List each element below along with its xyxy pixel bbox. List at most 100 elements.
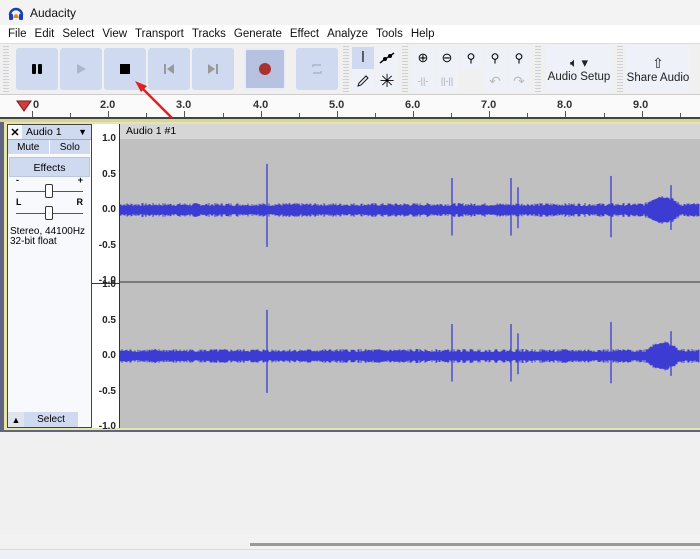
silence-button[interactable]: ||-|| [436,70,458,92]
ruler-tick [565,111,567,117]
menu-view[interactable]: View [98,28,131,40]
scrollbar-thumb[interactable] [250,543,700,546]
track-name-menu[interactable]: Audio 1 ▼ [22,125,91,139]
skip-to-end-button[interactable] [192,48,234,90]
toolbar-grip[interactable] [3,46,9,92]
fit-selection-button[interactable]: ⚲ [460,47,482,69]
zoom-out-icon: ⊖ [441,50,453,65]
play-icon [77,64,86,74]
ruler-label: 2.0 [100,99,116,111]
toolbar-grip[interactable] [617,46,623,92]
multi-tool-button[interactable]: ✳ [376,70,398,92]
menu-transport[interactable]: Transport [131,28,188,40]
fit-project-button[interactable]: ⚲ [484,47,506,69]
ruler-tick [70,113,72,117]
silence-icon: ||-|| [440,76,454,86]
title-bar: Audacity [0,0,700,25]
amplitude-label: -0.5 [98,239,116,251]
stop-icon [120,64,130,74]
ruler-label: 5.0 [329,99,345,111]
toolbar-grip[interactable] [535,46,541,92]
ruler-label: 0 [33,99,40,111]
gain-slider[interactable]: - + [16,175,83,199]
audio-setup-label: Audio Setup [547,71,611,83]
ruler-tick [413,111,414,117]
track-area[interactable]: ✕ Audio 1 ▼ Mute Solo Effects - + L R St… [0,122,700,432]
record-button[interactable] [244,48,286,90]
loop-button[interactable] [296,48,338,90]
ruler-tick [451,113,453,117]
ruler-tick [222,113,224,117]
ruler-label: 6.0 [405,99,421,111]
asterisk-icon: ✳ [379,71,395,91]
ruler-label: 3.0 [176,99,192,111]
menu-tools[interactable]: Tools [372,28,407,40]
timeline-ruler[interactable]: 0 2.0 3.0 4.0 5.0 6.0 7.0 8.0 9.0 [0,95,700,119]
toolbar: I ✳ ⊕ ⊖ ⚲ ⚲ ⚲ -||- ||-|| ↶ ↷ 🔈︎ ▾ Audio … [0,43,700,95]
menu-help[interactable]: Help [407,28,439,40]
audio-clip[interactable]: Audio 1 #1 [120,124,700,428]
gain-thumb[interactable] [45,184,53,198]
pan-left-label: L [16,197,22,207]
envelope-tool-button[interactable] [376,47,398,69]
zoom-toggle-icon: ⚲ [514,51,524,65]
play-button[interactable] [60,48,102,90]
audio-setup-button[interactable]: 🔈︎ ▾ Audio Setup [546,46,612,92]
select-track-button[interactable]: Select [24,412,78,427]
menu-effect[interactable]: Effect [286,28,323,40]
ruler-tick [603,113,605,117]
amplitude-ruler: 1.0 0.5 0.0 -0.5 -1.0 1.0 0.5 0.0 -0.5 -1.0 [92,124,120,432]
zoom-out-button[interactable]: ⊖ [436,47,458,69]
undo-icon: ↶ [489,72,501,89]
ruler-tick [184,111,186,117]
pan-thumb[interactable] [45,206,53,220]
skip-to-start-button[interactable] [148,48,190,90]
menu-edit[interactable]: Edit [31,28,59,40]
toolbar-grip[interactable] [402,46,408,92]
menu-analyze[interactable]: Analyze [323,28,372,40]
trim-button[interactable]: -||- [412,70,434,92]
pause-button[interactable] [16,48,58,90]
undo-button[interactable]: ↶ [484,70,506,92]
share-audio-button[interactable]: ⇧ Share Audio [626,46,690,92]
clip-title[interactable]: Audio 1 #1 [120,124,700,139]
audio-track: ✕ Audio 1 ▼ Mute Solo Effects - + L R St… [4,122,700,432]
i-beam-icon: I [360,49,366,66]
effects-button[interactable]: Effects [9,157,90,177]
waveform[interactable] [120,139,700,428]
toolbar-grip[interactable] [343,46,349,92]
selection-toolbar [0,549,700,559]
ruler-tick [336,111,338,117]
gain-min-label: - [16,175,19,185]
share-audio-label: Share Audio [626,71,690,84]
ruler-tick [527,113,529,117]
redo-button[interactable]: ↷ [508,70,530,92]
horizontal-scrollbar[interactable] [0,535,700,549]
ruler-label: 8.0 [557,99,573,111]
selection-tool-button[interactable]: I [352,47,374,69]
ruler-tick [679,113,681,117]
stop-button[interactable] [104,48,146,90]
draw-tool-button[interactable] [352,70,374,92]
pan-slider[interactable]: L R [16,197,83,221]
menu-select[interactable]: Select [58,28,98,40]
menu-tracks[interactable]: Tracks [188,28,230,40]
menu-file[interactable]: File [4,28,31,40]
speaker-icon: 🔈︎ ▾ [570,55,588,70]
dropdown-arrow-icon: ▼ [78,127,87,137]
playhead-icon[interactable] [16,100,32,112]
ruler-tick [32,111,33,117]
trim-icon: -||- [417,76,429,86]
skip-start-icon [164,64,174,74]
close-track-button[interactable]: ✕ [8,125,22,139]
solo-button[interactable]: Solo [49,140,91,155]
collapse-track-button[interactable]: ▲ [8,412,24,427]
menu-generate[interactable]: Generate [230,28,286,40]
mute-button[interactable]: Mute [8,140,50,155]
zoom-toggle-button[interactable]: ⚲ [508,47,530,69]
track-control-panel: ✕ Audio 1 ▼ Mute Solo Effects - + L R St… [7,124,92,428]
amplitude-label: 0.0 [102,204,116,215]
record-icon [259,63,271,75]
zoom-in-button[interactable]: ⊕ [412,47,434,69]
menu-bar: File Edit Select View Transport Tracks G… [0,25,700,43]
